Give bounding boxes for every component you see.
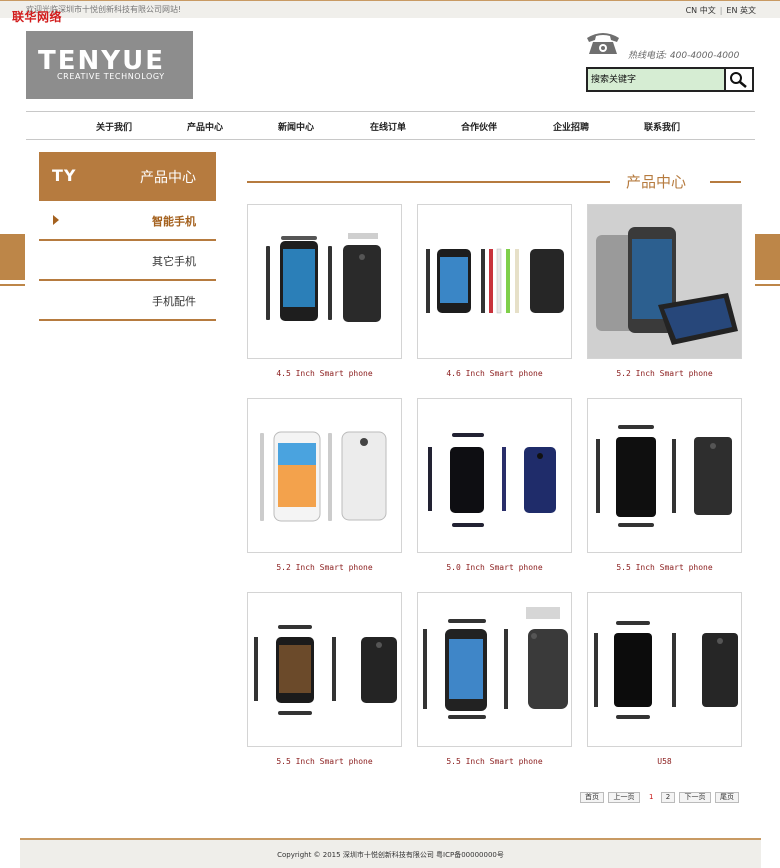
pagination: 首页 上一页 1 2 下一页 尾页 (0, 792, 780, 803)
product-card[interactable] (587, 398, 742, 553)
product-card[interactable] (247, 592, 402, 747)
sidebar-item-label: 手机配件 (152, 295, 196, 308)
logo-tagline: CREATIVE TECHNOLOGY (57, 72, 165, 81)
product-card[interactable] (587, 592, 742, 747)
sidebar-item-smartphones[interactable]: 智能手机 (39, 201, 216, 241)
telephone-icon (587, 33, 619, 54)
product-image (423, 607, 568, 719)
side-decoration-line-right (755, 284, 780, 286)
product-image (260, 431, 387, 522)
nav-item-products[interactable]: 产品中心 (187, 120, 223, 133)
language-switcher: CN 中文 | EN 英文 (684, 5, 758, 16)
hotline-text: 热线电话: 400-4000-4000 (628, 51, 740, 61)
sidebar-item-label: 其它手机 (152, 255, 196, 268)
product-caption[interactable]: 5.2 Inch Smart phone (247, 563, 402, 572)
product-card[interactable] (417, 204, 572, 359)
product-card[interactable] (417, 398, 572, 553)
search-input[interactable] (588, 69, 724, 90)
page-last-button[interactable]: 尾页 (715, 792, 739, 803)
top-bar: 欢迎光临深圳市十悦创新科技有限公司网站! 联华网络 CN 中文 | EN 英文 (0, 0, 780, 24)
product-caption[interactable]: 4.5 Inch Smart phone (247, 369, 402, 378)
search-button[interactable] (724, 69, 752, 90)
nav-item-contact[interactable]: 联系我们 (644, 120, 680, 133)
search-icon (730, 72, 747, 88)
lang-divider: | (719, 6, 723, 15)
product-caption[interactable]: 5.0 Inch Smart phone (417, 563, 572, 572)
page-current: 1 (649, 793, 654, 801)
nav-item-online-order[interactable]: 在线订单 (370, 120, 406, 133)
sidebar-item-label: 智能手机 (152, 215, 196, 228)
product-card[interactable] (247, 204, 402, 359)
product-image (254, 625, 397, 715)
page-first-button[interactable]: 首页 (580, 792, 604, 803)
side-decoration-line-left (0, 284, 25, 286)
product-caption[interactable]: 5.5 Inch Smart phone (587, 563, 742, 572)
sidebar-title: 产品中心 (140, 170, 196, 186)
sidebar-header: TY 产品中心 (39, 152, 216, 201)
product-image (588, 205, 741, 358)
copyright-text: Copyright © 2015 深圳市十悦创新科技有限公司 粤ICP备0000… (277, 851, 504, 859)
footer: Copyright © 2015 深圳市十悦创新科技有限公司 粤ICP备0000… (20, 838, 761, 868)
product-caption[interactable]: 5.5 Inch Smart phone (247, 757, 402, 766)
product-card[interactable] (417, 592, 572, 747)
search-box (586, 67, 754, 92)
sidebar-item-accessories[interactable]: 手机配件 (39, 281, 216, 321)
page-prev-button[interactable]: 上一页 (608, 792, 640, 803)
side-decoration-left (0, 234, 25, 280)
title-rule-right (710, 181, 741, 183)
product-card[interactable] (587, 204, 742, 359)
sidebar-item-other-phones[interactable]: 其它手机 (39, 241, 216, 281)
site-logo[interactable]: TENYUE CREATIVE TECHNOLOGY (26, 31, 193, 99)
product-card[interactable] (247, 398, 402, 553)
lang-cn-link[interactable]: CN 中文 (686, 6, 716, 15)
page-2-link[interactable]: 2 (661, 792, 675, 803)
product-image (266, 233, 381, 322)
product-caption[interactable]: 4.6 Inch Smart phone (417, 369, 572, 378)
nav-item-about[interactable]: 关于我们 (96, 120, 132, 133)
page-next-button[interactable]: 下一页 (679, 792, 711, 803)
main-nav: 关于我们 产品中心 新闻中心 在线订单 合作伙伴 企业招聘 联系我们 (26, 111, 755, 140)
product-image (426, 248, 564, 314)
nav-item-news[interactable]: 新闻中心 (278, 120, 314, 133)
watermark-text: 联华网络 (12, 10, 63, 24)
section-title: 产品中心 (626, 173, 687, 191)
nav-item-partners[interactable]: 合作伙伴 (461, 120, 497, 133)
lang-en-link[interactable]: EN 英文 (726, 6, 756, 15)
triangle-right-icon (53, 215, 59, 225)
product-image (596, 425, 732, 527)
product-image (428, 433, 556, 527)
product-image (594, 621, 738, 719)
product-caption[interactable]: U58 (587, 757, 742, 766)
sidebar-logo-mark: TY (52, 166, 77, 185)
product-caption[interactable]: 5.5 Inch Smart phone (417, 757, 572, 766)
title-rule-left (247, 181, 610, 183)
nav-item-careers[interactable]: 企业招聘 (553, 120, 589, 133)
product-caption[interactable]: 5.2 Inch Smart phone (587, 369, 742, 378)
side-decoration-right (755, 234, 780, 280)
